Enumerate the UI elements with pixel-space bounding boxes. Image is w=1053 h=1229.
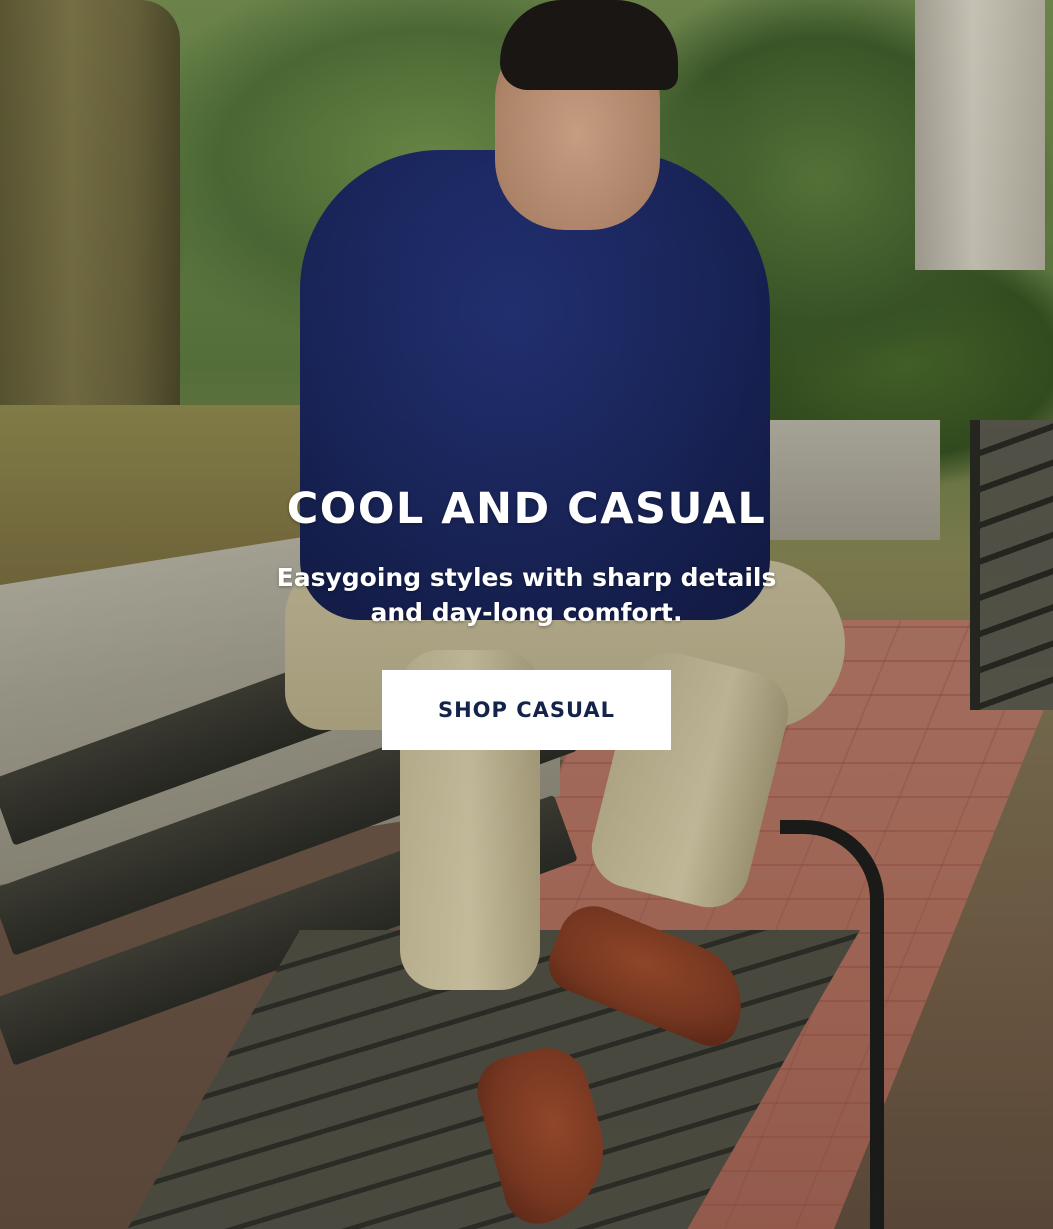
hero-text-overlay: COOL AND CASUAL Easygoing styles with sh… [0, 478, 1053, 630]
hero-headline: COOL AND CASUAL [286, 484, 767, 534]
hero-subheadline: Easygoing styles with sharp details and … [276, 563, 777, 627]
hero-banner: COOL AND CASUAL Easygoing styles with sh… [0, 0, 1053, 1229]
shop-casual-button[interactable]: SHOP CASUAL [382, 670, 671, 750]
